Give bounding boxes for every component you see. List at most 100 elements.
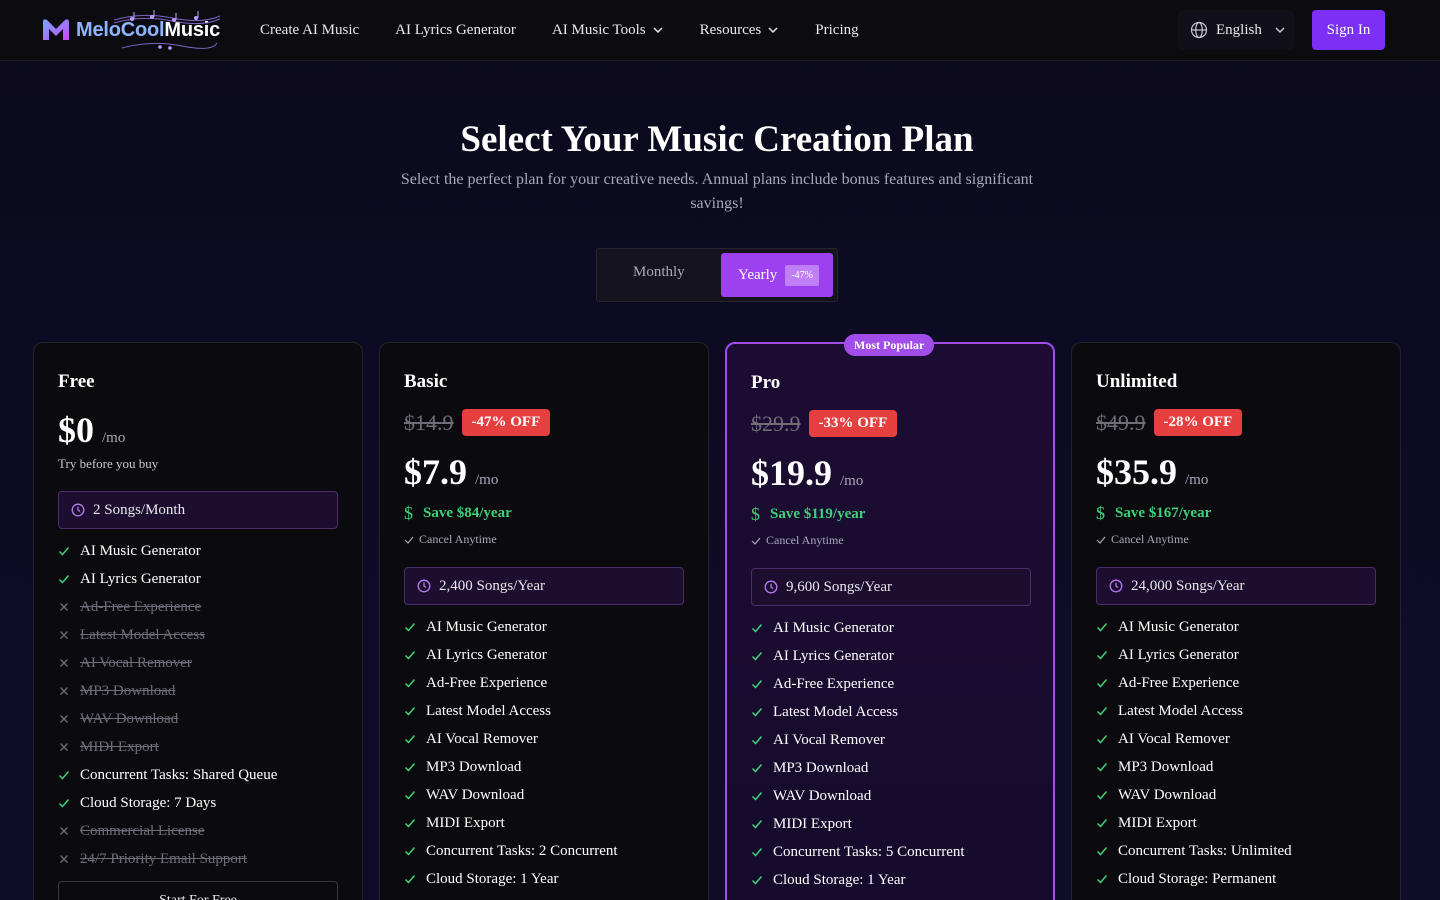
feature-item: WAV Download bbox=[1096, 781, 1292, 809]
feature-item: Latest Model Access bbox=[751, 698, 965, 726]
check-icon bbox=[1096, 679, 1108, 688]
yearly-tab[interactable]: Yearly -47% bbox=[721, 253, 833, 297]
feature-label: AI Music Generator bbox=[773, 619, 894, 636]
feature-item: MIDI Export bbox=[58, 733, 277, 761]
feature-label: AI Lyrics Generator bbox=[773, 647, 894, 664]
check-icon bbox=[404, 847, 416, 856]
feature-label: Ad-Free Experience bbox=[773, 675, 895, 692]
discount-badge: -47% OFF bbox=[461, 409, 551, 436]
x-icon bbox=[60, 659, 68, 667]
chevron-down-icon bbox=[653, 27, 663, 34]
savings-label: Save $167/year bbox=[1115, 505, 1212, 521]
feature-item: WAV Download bbox=[58, 705, 277, 733]
check-icon bbox=[1096, 875, 1108, 884]
feature-label: Ad-Free Experience bbox=[80, 598, 202, 615]
check-icon bbox=[58, 771, 70, 780]
monthly-tab[interactable]: Monthly bbox=[633, 264, 685, 281]
check-icon bbox=[58, 575, 70, 584]
check-icon bbox=[751, 736, 763, 745]
start-free-button[interactable]: Start For Free bbox=[58, 881, 338, 900]
check-icon bbox=[751, 680, 763, 689]
check-icon bbox=[751, 820, 763, 829]
feature-item: Ad-Free Experience bbox=[751, 670, 965, 698]
feature-label: Latest Model Access bbox=[1118, 702, 1243, 719]
nav-label: AI Lyrics Generator bbox=[395, 21, 516, 38]
page-subtitle: Select the perfect plan for your creativ… bbox=[400, 171, 1034, 212]
feature-label: Ad-Free Experience bbox=[426, 674, 548, 691]
feature-item: MP3 Download bbox=[58, 677, 277, 705]
feature-label: WAV Download bbox=[426, 786, 525, 803]
check-icon bbox=[751, 848, 763, 857]
feature-label: AI Music Generator bbox=[426, 618, 547, 635]
check-icon bbox=[1096, 623, 1108, 632]
feature-label: AI Vocal Remover bbox=[773, 731, 885, 748]
language-selector[interactable]: English bbox=[1178, 10, 1294, 50]
original-price-row: $14.9 -47% OFF bbox=[404, 409, 551, 436]
quota-label: 24,000 Songs/Year bbox=[1131, 577, 1245, 594]
nav-label: Create AI Music bbox=[260, 21, 360, 38]
check-icon bbox=[404, 819, 416, 828]
nav-pricing[interactable]: Pricing bbox=[815, 22, 858, 39]
check-icon bbox=[1096, 819, 1108, 828]
feature-label: MIDI Export bbox=[80, 738, 159, 755]
nav-label: Pricing bbox=[815, 21, 859, 38]
feature-item: Ad-Free Experience bbox=[1096, 669, 1292, 697]
check-icon bbox=[751, 537, 761, 545]
original-price-row: $49.9 -28% OFF bbox=[1096, 409, 1243, 436]
feature-label: Latest Model Access bbox=[80, 626, 205, 643]
cancel-label: Cancel Anytime bbox=[1111, 532, 1189, 546]
feature-label: AI Vocal Remover bbox=[80, 654, 192, 671]
check-icon bbox=[404, 536, 414, 544]
nav-ai-music-tools[interactable]: AI Music Tools bbox=[552, 22, 664, 39]
feature-item: Latest Model Access bbox=[1096, 697, 1292, 725]
main-nav: Create AI Music AI Lyrics Generator AI M… bbox=[260, 0, 895, 60]
check-icon bbox=[404, 651, 416, 660]
check-icon bbox=[751, 624, 763, 633]
check-icon bbox=[404, 707, 416, 716]
nav-resources[interactable]: Resources bbox=[700, 22, 780, 39]
x-icon bbox=[60, 687, 68, 695]
feature-label: MP3 Download bbox=[773, 759, 869, 776]
cancel-anytime: Cancel Anytime bbox=[751, 533, 844, 548]
original-price-row: $29.9 -33% OFF bbox=[751, 410, 898, 437]
feature-list: AI Music Generator AI Lyrics Generator Ad-… bbox=[58, 537, 277, 873]
feature-item: Concurrent Tasks: Shared Queue bbox=[58, 761, 277, 789]
feature-label: AI Vocal Remover bbox=[1118, 730, 1230, 747]
price-period: /mo bbox=[840, 473, 864, 489]
feature-item: Ad-Free Experience bbox=[58, 593, 277, 621]
logo[interactable]: MeloCoolMusic bbox=[40, 10, 220, 50]
feature-label: Cloud Storage: 1 Year bbox=[426, 870, 559, 887]
x-icon bbox=[60, 743, 68, 751]
check-icon bbox=[751, 764, 763, 773]
feature-label: WAV Download bbox=[1118, 786, 1217, 803]
price-period: /mo bbox=[102, 430, 126, 446]
feature-item: AI Vocal Remover bbox=[751, 726, 965, 754]
plan-price: $35.9 bbox=[1096, 452, 1177, 492]
price-row: $35.9 /mo bbox=[1096, 451, 1208, 493]
chevron-down-icon bbox=[768, 27, 778, 34]
feature-item: Cloud Storage: 1 Year bbox=[404, 865, 618, 893]
sign-in-button[interactable]: Sign In bbox=[1312, 10, 1385, 50]
original-price: $29.9 bbox=[751, 410, 801, 436]
logo-text: MeloCoolMusic bbox=[76, 18, 221, 41]
discount-badge: -33% OFF bbox=[808, 410, 898, 437]
feature-label: WAV Download bbox=[773, 787, 872, 804]
feature-label: Concurrent Tasks: Shared Queue bbox=[80, 766, 278, 783]
nav-create-ai-music[interactable]: Create AI Music bbox=[260, 22, 359, 39]
feature-item: AI Music Generator bbox=[751, 614, 965, 642]
feature-label: AI Lyrics Generator bbox=[1118, 646, 1239, 663]
feature-label: Cloud Storage: 7 Days bbox=[80, 794, 217, 811]
feature-item: MP3 Download bbox=[404, 753, 618, 781]
feature-item: Concurrent Tasks: Unlimited bbox=[1096, 837, 1292, 865]
x-icon bbox=[60, 715, 68, 723]
feature-item: 24/7 Priority Email Support bbox=[58, 845, 277, 873]
feature-label: MIDI Export bbox=[1118, 814, 1197, 831]
nav-ai-lyrics-generator[interactable]: AI Lyrics Generator bbox=[395, 22, 516, 39]
check-icon bbox=[1096, 651, 1108, 660]
clock-icon bbox=[417, 579, 431, 593]
cancel-anytime: Cancel Anytime bbox=[404, 532, 497, 547]
song-quota: 9,600 Songs/Year bbox=[751, 568, 1031, 606]
feature-label: Cloud Storage: 1 Year bbox=[773, 871, 906, 888]
feature-label: Latest Model Access bbox=[773, 703, 898, 720]
price-period: /mo bbox=[475, 472, 499, 488]
